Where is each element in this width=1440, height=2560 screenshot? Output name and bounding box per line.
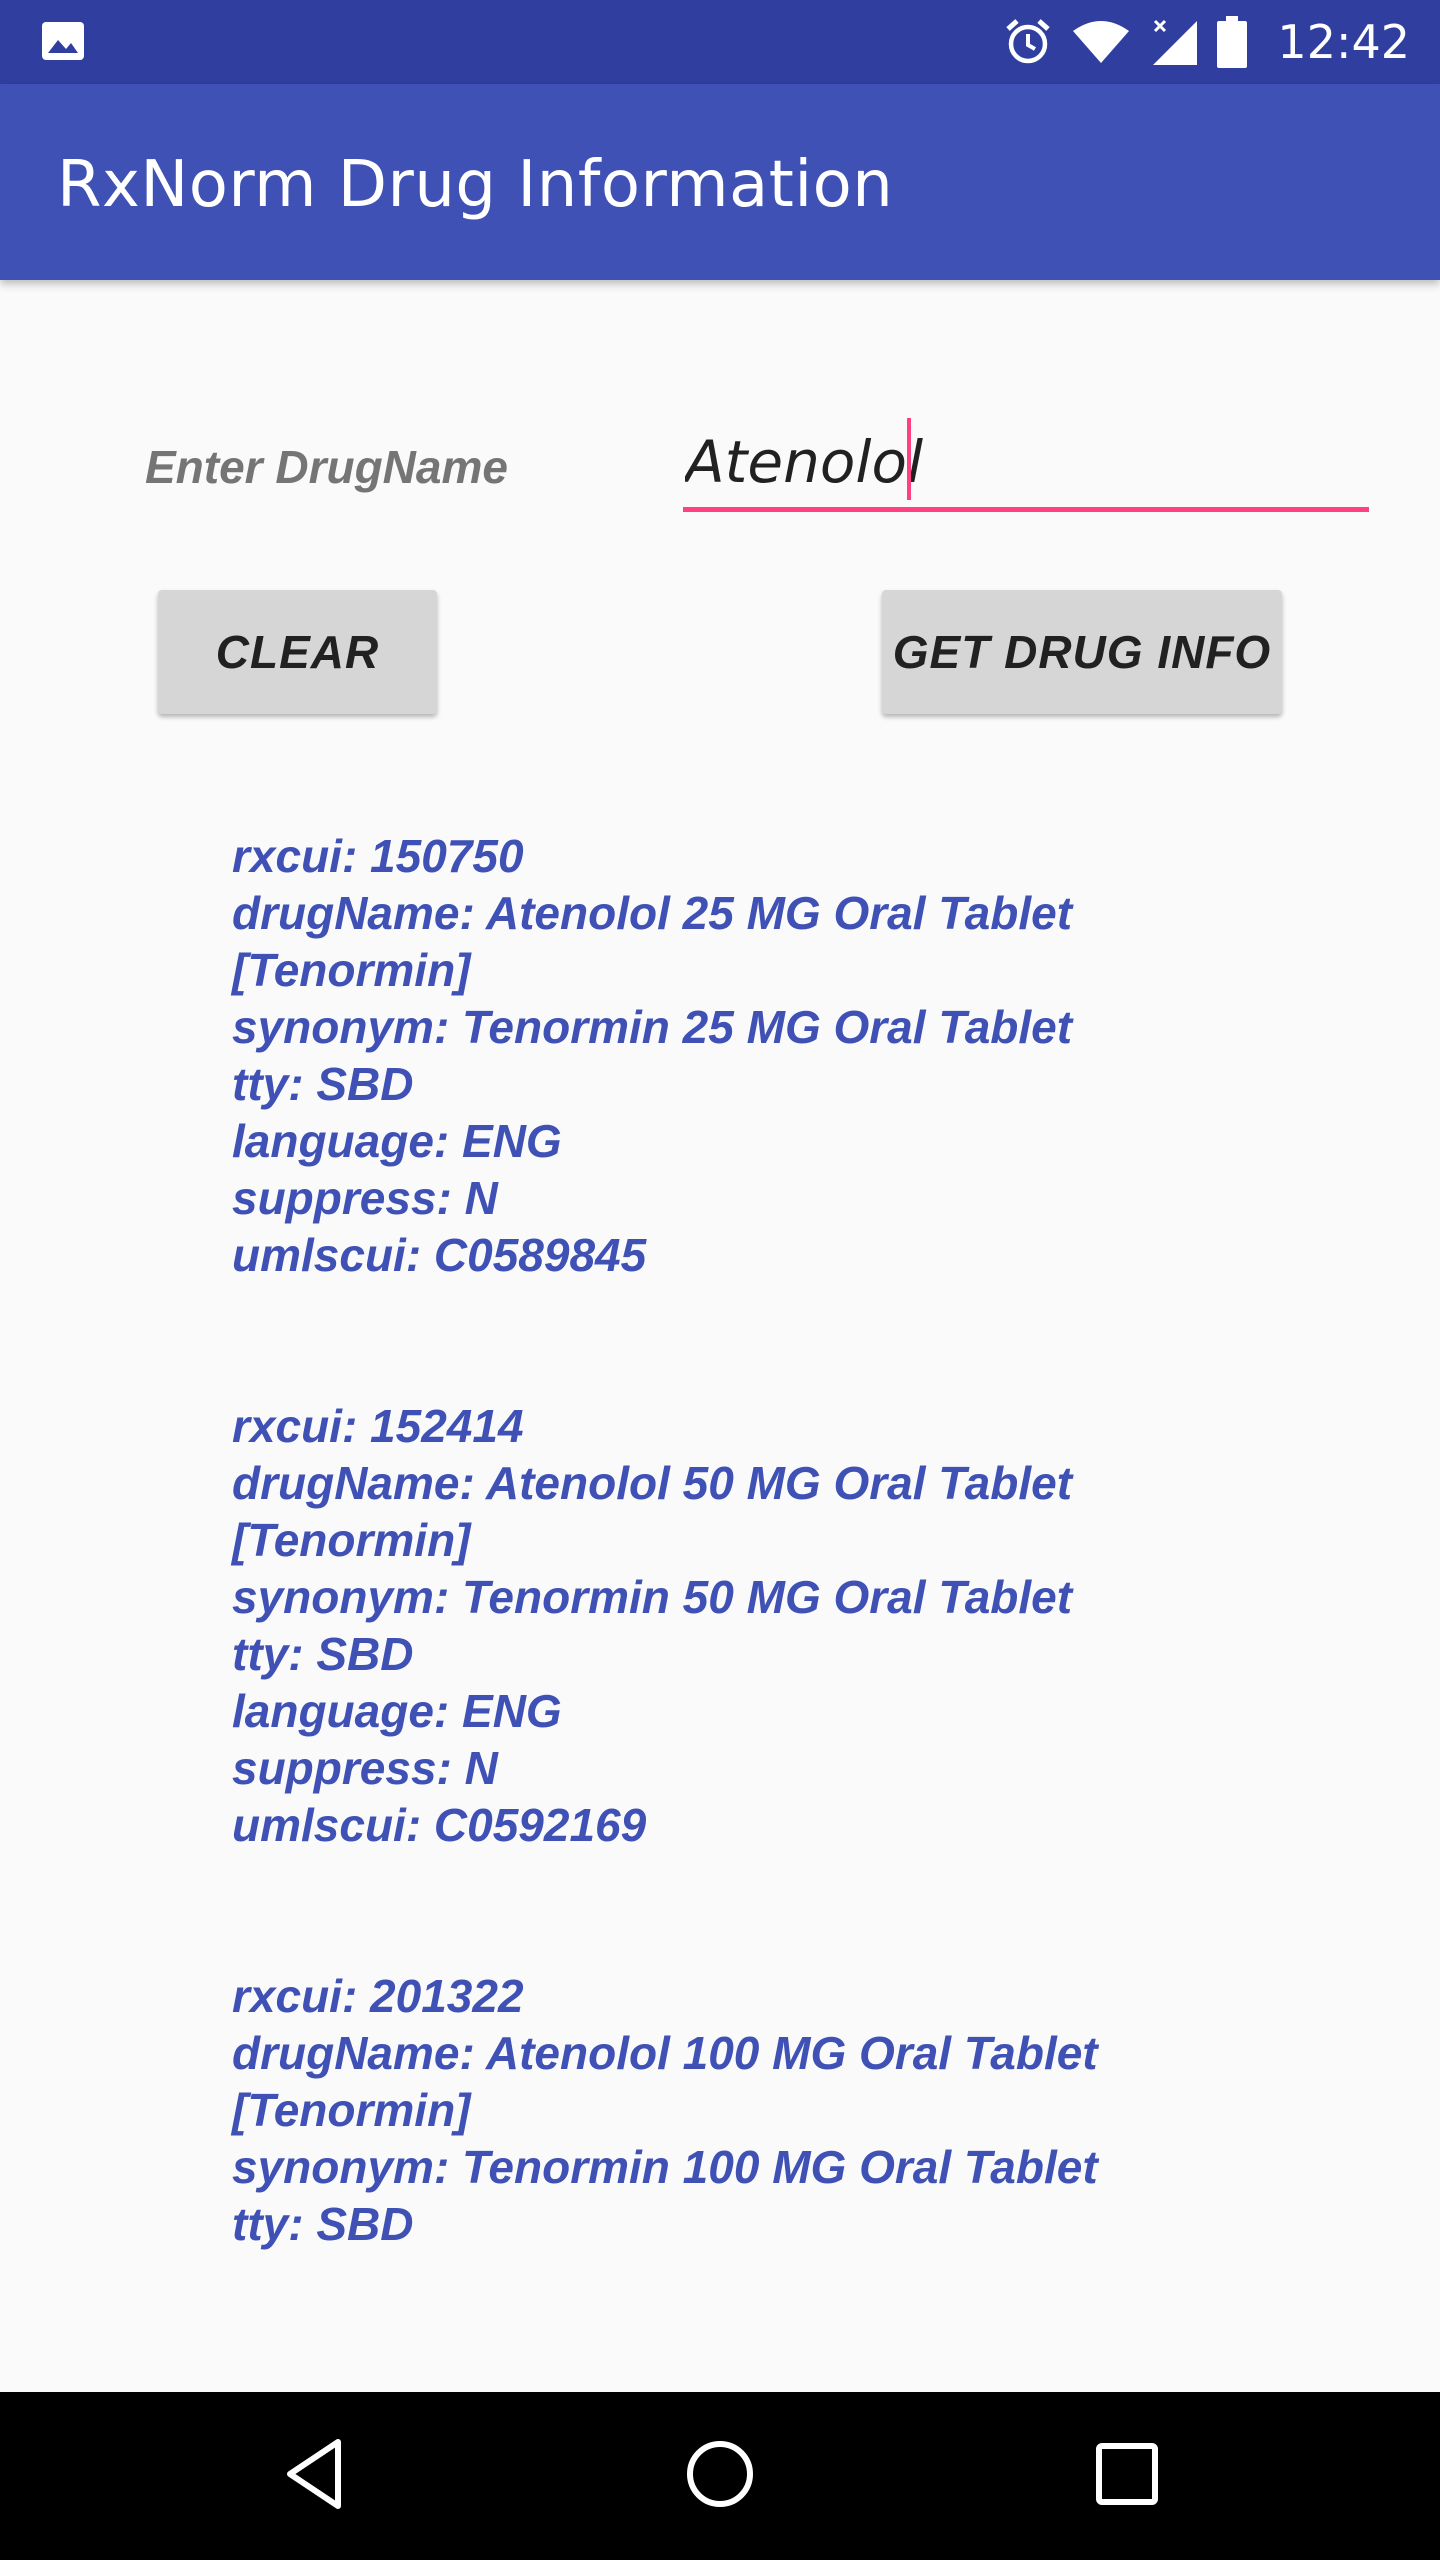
drug-name-text: drugName: Atenolol 25 MG Oral Tablet	[232, 887, 1073, 939]
drug-name-text-cont: [Tenormin]	[232, 944, 471, 996]
drug-name-text-cont: [Tenormin]	[232, 1514, 471, 1566]
tty-text: tty: SBD	[232, 2198, 414, 2250]
clear-button[interactable]: CLEAR	[158, 590, 437, 714]
rxcui-text: rxcui: 201322	[232, 1970, 524, 2022]
alarm-icon	[1006, 19, 1051, 64]
synonym-text: synonym: Tenormin 50 MG Oral Tablet	[232, 1571, 1073, 1623]
language-text: language: ENG	[232, 1115, 562, 1167]
text-cursor	[907, 418, 911, 500]
language-text: language: ENG	[232, 1685, 562, 1737]
get-drug-info-button[interactable]: GET DRUG INFO	[882, 590, 1282, 714]
wifi-icon	[1073, 21, 1130, 63]
umlscui-text: umlscui: C0589845	[232, 1229, 647, 1281]
result-record: rxcui: 150750 drugName: Atenolol 25 MG O…	[232, 828, 1332, 1284]
battery-icon	[1217, 16, 1248, 68]
result-record: rxcui: 152414 drugName: Atenolol 50 MG O…	[232, 1398, 1332, 1854]
result-record: rxcui: 201322 drugName: Atenolol 100 MG …	[232, 1968, 1332, 2253]
rxcui-text: rxcui: 150750	[232, 830, 524, 882]
results-list: rxcui: 150750 drugName: Atenolol 25 MG O…	[232, 828, 1332, 2367]
rxcui-text: rxcui: 152414	[232, 1400, 524, 1452]
tty-text: tty: SBD	[232, 1628, 414, 1680]
synonym-text: synonym: Tenormin 100 MG Oral Tablet	[232, 2141, 1098, 2193]
drug-name-text: drugName: Atenolol 100 MG Oral Tablet	[232, 2027, 1098, 2079]
signal-icon	[1153, 19, 1198, 65]
gallery-icon	[42, 22, 84, 60]
drug-name-label: Enter DrugName	[145, 441, 508, 493]
drug-name-input[interactable]	[683, 416, 1369, 512]
umlscui-text: umlscui: C0592169	[232, 1799, 647, 1851]
app-title: RxNorm Drug Information	[57, 148, 894, 222]
suppress-text: suppress: N	[232, 1742, 498, 1794]
drug-name-text-cont: [Tenormin]	[232, 2084, 471, 2136]
tty-text: tty: SBD	[232, 1058, 414, 1110]
back-icon[interactable]	[280, 2434, 352, 2514]
status-time: 12:42	[1277, 15, 1410, 69]
status-bar: 12:42	[0, 0, 1440, 84]
app-bar: RxNorm Drug Information	[0, 84, 1440, 280]
drug-name-text: drugName: Atenolol 50 MG Oral Tablet	[232, 1457, 1073, 1509]
recents-icon[interactable]	[1087, 2434, 1167, 2514]
synonym-text: synonym: Tenormin 25 MG Oral Tablet	[232, 1001, 1073, 1053]
home-icon[interactable]	[680, 2434, 760, 2514]
suppress-text: suppress: N	[232, 1172, 498, 1224]
nav-bar	[0, 2392, 1440, 2560]
